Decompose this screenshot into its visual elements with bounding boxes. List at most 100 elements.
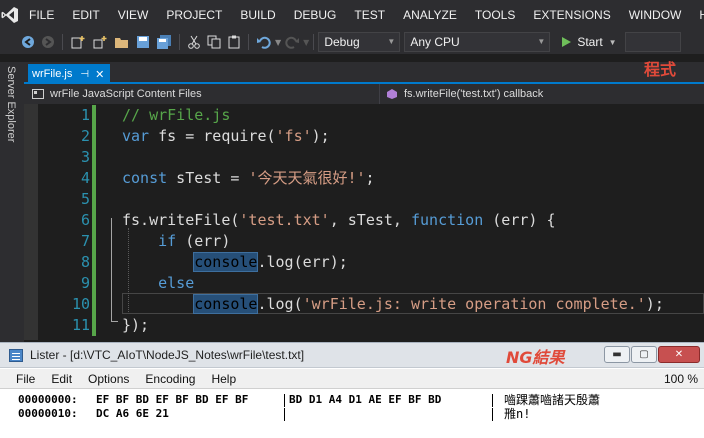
code-text: // wrFile.js [122, 105, 230, 126]
undo-dropdown-icon[interactable]: ▼ [275, 38, 281, 47]
code-line: 4 const sTest = '今天天氣很好!'; [24, 168, 704, 189]
visual-studio-logo-icon [0, 0, 20, 30]
document-tab-strip: wrFile.js ⊣ ✕ [24, 62, 704, 84]
back-icon[interactable] [19, 33, 37, 51]
close-icon[interactable]: ✕ [95, 68, 104, 81]
save-all-icon[interactable] [154, 33, 174, 51]
code-token: , sTest, [329, 211, 411, 229]
hex-column-separator [284, 408, 285, 421]
start-debugging-button[interactable]: Start ▼ [556, 32, 620, 52]
menu-item[interactable]: WINDOW [620, 0, 691, 30]
platform-value: Any CPU [410, 35, 460, 49]
lister-window: Lister - [d:\VTC_AIoT\NodeJS_Notes\wrFil… [0, 342, 704, 438]
menu-item[interactable]: EXTENSIONS [524, 0, 619, 30]
new-project-icon[interactable] [68, 33, 88, 51]
chevron-down-icon: ▼ [608, 37, 617, 47]
line-number: 1 [80, 106, 90, 124]
line-number: 11 [71, 316, 90, 334]
menu-item[interactable]: TOOLS [466, 0, 524, 30]
code-token: 'test.txt' [239, 211, 330, 229]
copy-icon[interactable] [205, 33, 223, 51]
maximize-button[interactable]: ▢ [631, 346, 657, 363]
ng-result-annotation: NG結果 [506, 348, 565, 367]
menu-item[interactable]: DEBUG [285, 0, 346, 30]
lister-menu-item[interactable]: Edit [43, 372, 80, 386]
save-icon[interactable] [134, 33, 152, 51]
menu-item[interactable]: PROJECT [157, 0, 231, 30]
cut-icon[interactable] [185, 33, 203, 51]
toolbar-search-box[interactable] [624, 32, 681, 52]
tab-label: wrFile.js [32, 68, 73, 80]
code-text: if (err) [122, 231, 230, 252]
configuration-value: Debug [324, 35, 360, 49]
lister-menu-item[interactable]: File [0, 372, 43, 386]
code-token: (err) { [483, 211, 556, 229]
server-explorer-label: Server Explorer [5, 66, 17, 143]
close-button[interactable]: ✕ [658, 346, 700, 363]
code-token: // wrFile.js [122, 106, 231, 124]
saved-change-marker [92, 210, 96, 231]
lister-title: Lister - [d:\VTC_AIoT\NodeJS_Notes\wrFil… [30, 348, 305, 362]
lister-menu-bar: File Edit Options Encoding Help 100 % [0, 369, 704, 389]
redo-icon[interactable] [282, 33, 302, 51]
code-token: function [411, 211, 484, 229]
project-dropdown[interactable]: wrFile JavaScript Content Files [24, 84, 380, 104]
code-token: var [122, 127, 150, 145]
menu-item[interactable]: TEST [345, 0, 394, 30]
pin-icon[interactable]: ⊣ [80, 69, 89, 80]
undo-icon[interactable] [254, 33, 274, 51]
paste-icon[interactable] [225, 33, 243, 51]
saved-change-marker [92, 273, 96, 294]
code-token: ); [645, 295, 664, 313]
add-item-icon[interactable] [90, 33, 110, 51]
hex-column-separator [492, 408, 493, 421]
code-text: else [122, 273, 194, 294]
code-token: fs = require( [149, 127, 276, 145]
lister-menu-item[interactable]: Encoding [137, 372, 203, 386]
code-token: const [122, 169, 168, 187]
lister-menu-item[interactable]: Options [80, 372, 137, 386]
saved-change-marker [92, 168, 96, 189]
code-token: fs.writeFile( [122, 211, 240, 229]
open-folder-icon[interactable] [112, 33, 132, 51]
hex-column-separator [284, 394, 285, 407]
standard-toolbar: ▼ ▼ Debug ▼ Any CPU ▼ Start ▼ [0, 30, 704, 54]
server-explorer-rail[interactable]: Server Explorer [0, 62, 24, 342]
solution-configuration-select[interactable]: Debug ▼ [318, 32, 401, 52]
code-text: console.log(err); [122, 252, 348, 273]
solution-platform-select[interactable]: Any CPU ▼ [404, 32, 551, 52]
code-editor[interactable]: 1 // wrFile.js 2 var fs = require('fs'); 3 4 c… [24, 104, 704, 340]
code-token: 'wrFile.js: write operation complete.' [302, 295, 646, 313]
lister-title-bar[interactable]: Lister - [d:\VTC_AIoT\NodeJS_Notes\wrFil… [0, 342, 704, 368]
lister-menu-item[interactable]: Help [203, 372, 244, 386]
menu-item[interactable]: FILE [20, 0, 63, 30]
code-token: console [193, 252, 259, 272]
code-line: 3 [24, 147, 704, 168]
code-line: 6 fs.writeFile('test.txt', sTest, functio… [24, 210, 704, 231]
redo-dropdown-icon[interactable]: ▼ [303, 38, 309, 47]
navigation-bar: wrFile JavaScript Content Files fs.write… [24, 84, 704, 104]
member-dropdown[interactable]: fs.writeFile('test.txt') callback [380, 84, 704, 104]
code-line: 11}); [24, 315, 704, 336]
code-line: 9 else [24, 273, 704, 294]
code-token: '今天天氣很好!' [248, 169, 366, 187]
member-dropdown-label: fs.writeFile('test.txt') callback [404, 88, 544, 100]
menu-bar: FILE EDIT VIEW PROJECT BUILD DEBUG TEST ANALYZE… [0, 0, 704, 30]
saved-change-marker [92, 147, 96, 168]
code-token: ); [311, 127, 330, 145]
saved-change-marker [92, 105, 96, 126]
forward-icon[interactable] [39, 33, 57, 51]
saved-change-marker [92, 231, 96, 252]
menu-item[interactable]: ANALYZE [394, 0, 466, 30]
menu-item[interactable]: EDIT [63, 0, 108, 30]
hex-view[interactable]: 00000000: EF BF BD EF BF BD EF BF BD D1 A4… [0, 390, 704, 438]
hex-offset: 00000010: [18, 407, 78, 420]
tab-wrfile-js[interactable]: wrFile.js ⊣ ✕ [28, 64, 110, 84]
menu-item[interactable]: BUILD [231, 0, 284, 30]
minimize-button[interactable]: ▬ [604, 346, 630, 363]
menu-item[interactable]: HELP [690, 0, 704, 30]
menu-item[interactable]: VIEW [109, 0, 158, 30]
